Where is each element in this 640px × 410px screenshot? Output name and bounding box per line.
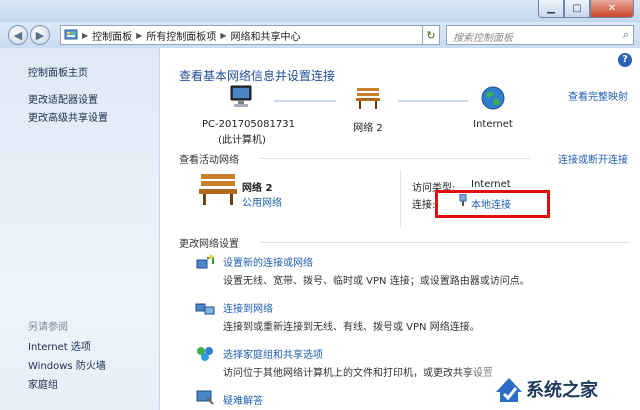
troubleshoot-icon — [195, 388, 215, 409]
search-icon[interactable]: ⌕ — [623, 28, 629, 42]
breadcrumb-all-items[interactable]: 所有控制面板项 — [143, 28, 219, 43]
connection-label: 连接: — [412, 200, 436, 211]
forward-arrow-icon: ▶ — [35, 28, 45, 42]
connection-line — [398, 100, 468, 102]
see-also-firewall[interactable]: Windows 防火墙 — [28, 357, 106, 372]
minimize-button[interactable]: ▁ — [538, 0, 564, 18]
network-type-link[interactable]: 公用网络 — [242, 194, 282, 209]
page-title: 查看基本网络信息并设置连接 — [179, 69, 336, 83]
task-title-homegroup[interactable]: 选择家庭组和共享选项 — [223, 346, 323, 361]
sidebar-item-home[interactable]: 控制面板主页 — [28, 64, 88, 79]
change-settings-header: 更改网络设置 — [179, 239, 239, 250]
task-desc-new-connection: 设置无线、宽带、拨号、临时或 VPN 连接；或设置路由器或访问点。 — [223, 276, 530, 287]
view-full-map-link[interactable]: 查看完整映射 — [568, 88, 628, 103]
active-network-name: 网络 2 — [242, 183, 273, 194]
title-bar: ▁ ▢ ✕ — [0, 0, 640, 22]
breadcrumb-network-center[interactable]: 网络和共享中心 — [227, 28, 303, 43]
map-internet: Internet — [473, 119, 513, 130]
new-connection-icon — [195, 254, 215, 275]
close-icon: ✕ — [607, 3, 617, 14]
divider — [260, 242, 630, 243]
refresh-button[interactable]: ↻ — [422, 25, 440, 45]
vertical-divider — [400, 170, 401, 228]
address-bar[interactable]: ▶ 控制面板 ▶ 所有控制面板项 ▶ 网络和共享中心 ▼ — [60, 25, 438, 45]
maximize-button[interactable]: ▢ — [564, 0, 590, 18]
globe-icon[interactable] — [480, 85, 506, 114]
breadcrumb-control-panel[interactable]: 控制面板 — [89, 28, 135, 43]
watermark: 系统之家 — [464, 368, 640, 410]
connect-disconnect-link[interactable]: 连接或断开连接 — [558, 151, 628, 166]
search-placeholder: 搜索控制面板 — [453, 33, 513, 44]
breadcrumb-separator-icon: ▶ — [82, 30, 89, 40]
close-button[interactable]: ✕ — [590, 0, 634, 18]
control-panel-icon — [61, 29, 81, 41]
task-title-troubleshoot[interactable]: 疑难解答 — [223, 392, 263, 407]
navigation-bar: ◀ ▶ ▶ 控制面板 ▶ 所有控制面板项 ▶ 网络和共享中心 ▼ ↻ 搜索控制面… — [0, 22, 640, 48]
computer-name: PC-201705081731 — [202, 119, 295, 130]
window-controls: ▁ ▢ ✕ — [538, 0, 634, 18]
help-button[interactable]: ? — [618, 53, 632, 67]
back-button[interactable]: ◀ — [8, 25, 28, 45]
see-also-label: 另请参阅 — [28, 322, 68, 333]
breadcrumb-separator-icon: ▶ — [220, 30, 227, 40]
refresh-icon: ↻ — [426, 28, 436, 42]
minimize-icon: ▁ — [547, 3, 555, 14]
map-network-name: 网络 2 — [353, 123, 383, 134]
task-desc-connect-network: 连接到或重新连接到无线、有线、拨号或 VPN 网络连接。 — [223, 322, 480, 333]
access-type-value: Internet — [471, 179, 511, 190]
main-content: ? 查看基本网络信息并设置连接 查看完整映射 PC-201705081731 (… — [160, 48, 640, 410]
bench-icon[interactable] — [355, 86, 381, 113]
task-desc-homegroup: 访问位于其他网络计算机上的文件和打印机，或更改共享设置 — [223, 368, 493, 379]
sidebar: 控制面板主页 更改适配器设置 更改高级共享设置 另请参阅 Internet 选项… — [0, 48, 160, 410]
computer-icon[interactable] — [230, 84, 254, 113]
see-also-internet-options[interactable]: Internet 选项 — [28, 338, 91, 353]
forward-button[interactable]: ▶ — [30, 25, 50, 45]
watermark-text: 系统之家 — [526, 380, 598, 401]
back-arrow-icon: ◀ — [13, 28, 23, 42]
task-title-connect-network[interactable]: 连接到网络 — [223, 300, 273, 315]
divider — [260, 158, 530, 159]
watermark-logo-icon — [494, 374, 524, 407]
homegroup-icon — [195, 345, 215, 366]
connect-network-icon — [195, 299, 215, 320]
maximize-icon: ▢ — [572, 3, 582, 14]
active-network-header: 查看活动网络 — [179, 155, 239, 166]
help-icon: ? — [622, 54, 628, 65]
breadcrumb-separator-icon: ▶ — [136, 30, 143, 40]
network-bench-icon — [198, 172, 238, 209]
search-input[interactable]: 搜索控制面板 ⌕ — [446, 25, 634, 45]
see-also-homegroup[interactable]: 家庭组 — [28, 376, 58, 391]
highlight-box — [435, 190, 550, 218]
task-title-new-connection[interactable]: 设置新的连接或网络 — [223, 254, 313, 269]
sidebar-item-advanced-sharing[interactable]: 更改高级共享设置 — [28, 109, 108, 124]
sidebar-item-adapter-settings[interactable]: 更改适配器设置 — [28, 91, 98, 106]
computer-subtitle: (此计算机) — [218, 135, 266, 146]
connection-line — [274, 100, 336, 102]
